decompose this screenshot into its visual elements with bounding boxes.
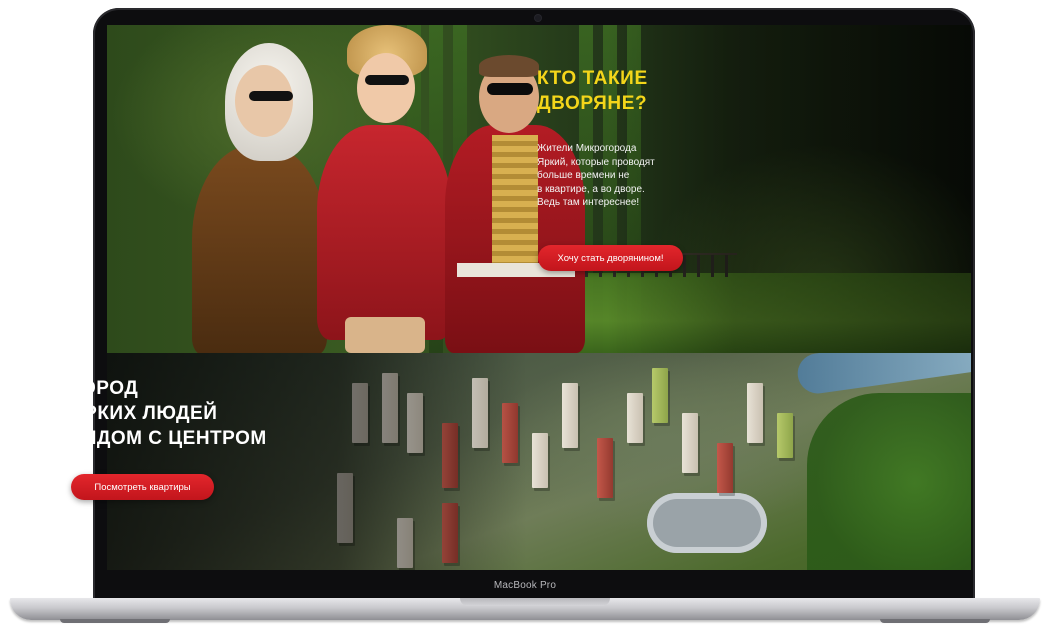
device-model-label: MacBook Pro [493, 580, 557, 591]
sunglasses-icon [365, 75, 409, 85]
stadium [647, 493, 767, 553]
become-noble-button[interactable]: Хочу стать дворянином! [538, 245, 683, 271]
building [682, 413, 698, 473]
city-headline-line: РЯДОМ С ЦЕНТРОМ [70, 428, 267, 449]
river [795, 353, 971, 397]
sunglasses-icon [249, 91, 293, 101]
nobles-description-line: Яркий, которые проводят [537, 156, 655, 168]
character-red-dress-face [357, 53, 415, 123]
nobles-description-line: Жители Микрогорода [537, 143, 637, 154]
building [597, 438, 613, 498]
sunglasses-icon [487, 83, 533, 95]
nobles-headline-line: ДВОРЯНЕ? [537, 93, 648, 114]
character-red-dress [317, 125, 452, 340]
building [777, 413, 793, 458]
camera-icon [535, 15, 541, 21]
building [627, 393, 643, 443]
building [652, 368, 668, 423]
nobles-description-line: Ведь там интереснее! [537, 197, 640, 208]
view-apartments-button[interactable]: Посмотреть квартиры [71, 474, 214, 500]
nobles-description: Жители Микрогорода Яркий, которые провод… [537, 142, 697, 210]
nobles-headline-line: КТО ТАКИЕ [537, 68, 648, 89]
laptop-foot-right [880, 619, 990, 623]
nobles-headline: КТО ТАКИЕ ДВОРЯНЕ? [537, 66, 817, 116]
character-hussar-hair [479, 55, 539, 77]
character-hussar-gold-trim [492, 135, 538, 265]
city-headline-line: ЯРКИХ ЛЮДЕЙ [70, 403, 218, 424]
building [532, 433, 548, 488]
city-headline-line: ГОРОД [70, 378, 139, 399]
building [717, 443, 733, 493]
building [562, 383, 578, 448]
character-baroque-lady-dress [192, 145, 327, 353]
laptop-hinge-notch [460, 598, 610, 606]
park-area [807, 393, 971, 570]
nobles-description-line: больше времени не [537, 170, 630, 181]
nobles-description-line: в квартире, а во дворе. [537, 183, 645, 195]
laptop-foot-left [60, 619, 170, 623]
character-baroque-lady-face [235, 65, 293, 137]
character-red-dress-legs [345, 317, 425, 353]
city-headline: ГОРОД ЯРКИХ ЛЮДЕЙ РЯДОМ С ЦЕНТРОМ [70, 376, 370, 451]
building [747, 383, 763, 443]
